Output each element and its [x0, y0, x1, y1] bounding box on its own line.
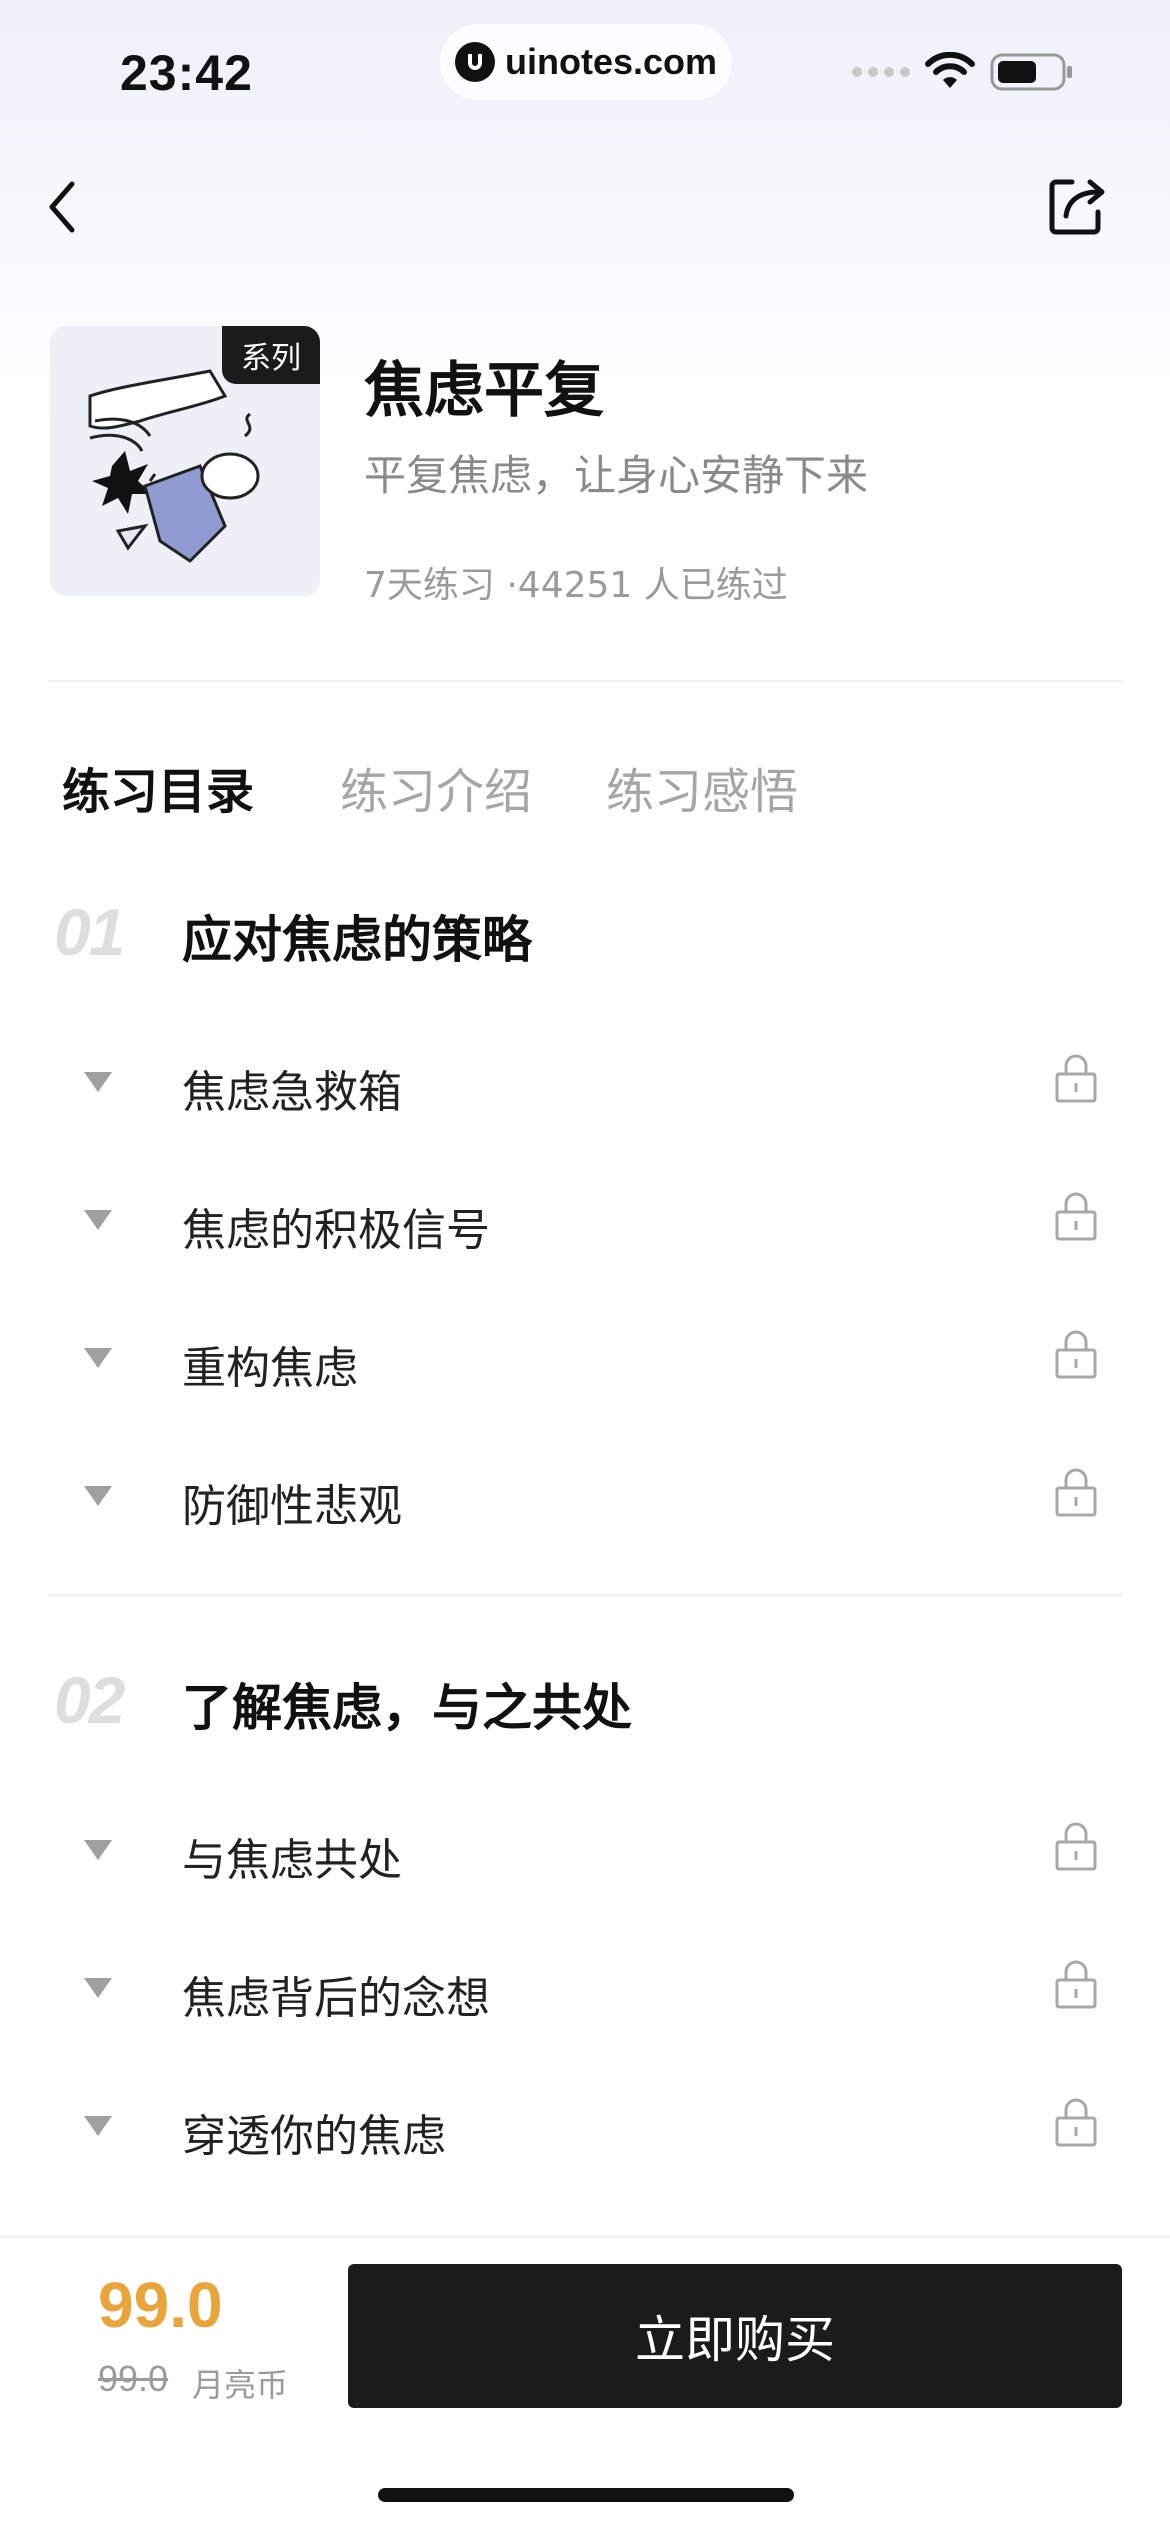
lock-icon — [1055, 1960, 1097, 2009]
lesson-item[interactable]: 焦虑背后的念想 — [0, 1938, 1170, 2038]
status-time: 23:42 — [120, 45, 253, 101]
status-indicators — [852, 52, 1074, 92]
lock-icon — [1055, 1468, 1097, 1517]
course-meta: 7天练习 ·44251 人已练过 — [364, 565, 788, 606]
lesson-label: 穿透你的焦虑 — [182, 2111, 446, 2162]
lesson-item[interactable]: 防御性悲观 — [0, 1446, 1170, 1546]
back-icon[interactable] — [40, 172, 90, 242]
lock-icon — [1055, 1054, 1097, 1103]
lesson-item[interactable]: 焦虑急救箱 — [0, 1032, 1170, 1132]
lesson-label: 焦虑急救箱 — [182, 1067, 402, 1118]
series-tag: 系列 — [222, 326, 320, 384]
lesson-label: 与焦虑共处 — [182, 1835, 402, 1886]
lock-icon — [1055, 1192, 1097, 1241]
wifi-icon — [925, 52, 975, 88]
lesson-item[interactable]: 焦虑的积极信号 — [0, 1170, 1170, 1270]
lesson-item[interactable]: 重构焦虑 — [0, 1308, 1170, 1408]
tab-introduction[interactable]: 练习介绍 — [340, 752, 532, 822]
lesson-item[interactable]: 与焦虑共处 — [0, 1800, 1170, 1900]
expand-triangle-icon — [84, 1072, 112, 1092]
original-price: 99.0 — [98, 2358, 169, 2399]
lesson-item[interactable]: 穿透你的焦虑 — [0, 2076, 1170, 2176]
section-number: 01 — [54, 895, 125, 969]
course-subtitle: 平复焦虑，让身心安静下来 — [364, 451, 869, 500]
url-text: uinotes.com — [504, 41, 718, 82]
home-indicator[interactable] — [378, 2488, 794, 2502]
section-title: 了解焦虑，与之共处 — [182, 1679, 632, 1737]
lock-icon — [1055, 1822, 1097, 1871]
course-title: 焦虑平复 — [364, 356, 604, 426]
header-divider — [48, 680, 1122, 682]
cellular-signal-icon — [852, 67, 910, 77]
tab-catalog[interactable]: 练习目录 — [62, 752, 254, 822]
site-logo-icon — [454, 42, 495, 82]
expand-triangle-icon — [84, 1486, 112, 1506]
expand-triangle-icon — [84, 2116, 112, 2136]
current-price: 99.0 — [98, 2269, 223, 2341]
lesson-label: 焦虑的积极信号 — [182, 1205, 490, 1256]
tab-reflections[interactable]: 练习感悟 — [606, 752, 798, 822]
lesson-label: 防御性悲观 — [182, 1481, 402, 1532]
expand-triangle-icon — [84, 1840, 112, 1860]
section-divider — [48, 1594, 1122, 1596]
section-title: 应对焦虑的策略 — [182, 911, 532, 969]
battery-icon — [990, 53, 1072, 91]
lesson-label: 重构焦虑 — [182, 1343, 358, 1394]
expand-triangle-icon — [84, 1210, 112, 1230]
course-cover-image: 系列 — [50, 326, 320, 596]
currency-label: 月亮币 — [192, 2366, 289, 2404]
section-number: 02 — [54, 1663, 125, 1737]
lock-icon — [1055, 1330, 1097, 1379]
lock-icon — [1055, 2098, 1097, 2147]
url-pill[interactable]: uinotes.com — [440, 24, 732, 100]
expand-triangle-icon — [84, 1978, 112, 1998]
buy-now-button[interactable]: 立即购买 — [348, 2264, 1122, 2408]
share-icon[interactable] — [1046, 170, 1110, 240]
expand-triangle-icon — [84, 1348, 112, 1368]
lesson-label: 焦虑背后的念想 — [182, 1973, 490, 2024]
